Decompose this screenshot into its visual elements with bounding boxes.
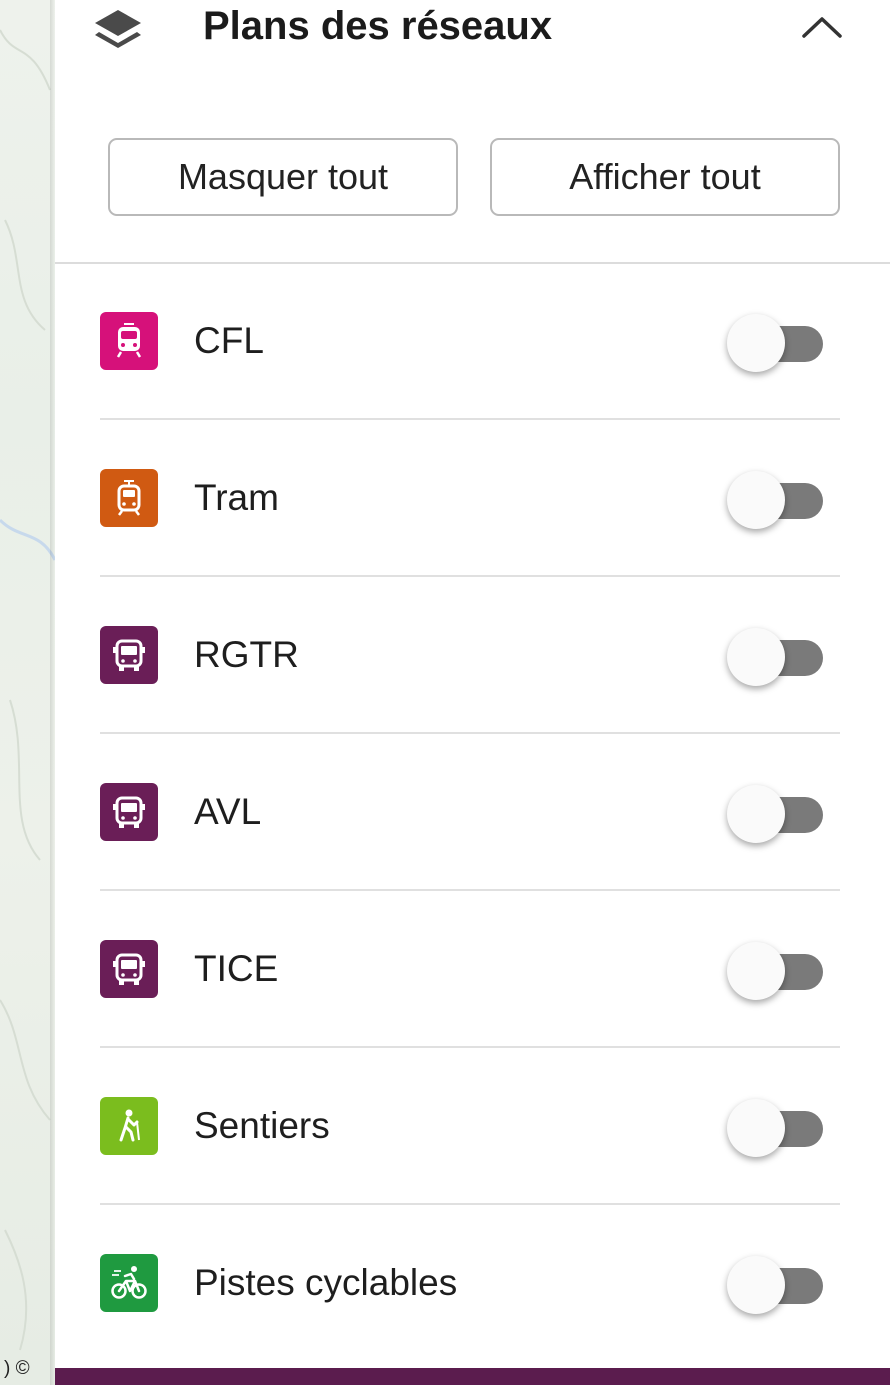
hide-all-button[interactable]: Masquer tout [108, 138, 458, 216]
tram-icon [117, 480, 141, 516]
network-icon-badge [100, 469, 158, 527]
network-row-cfl[interactable]: CFL [100, 264, 840, 420]
network-row-avl[interactable]: AVL [100, 735, 840, 891]
toggle-avl[interactable] [727, 781, 827, 845]
row-divider [100, 889, 840, 891]
network-label: AVL [194, 791, 262, 832]
hiker-icon [119, 1109, 140, 1142]
network-icon-badge [100, 940, 158, 998]
network-row-pistes-cyclables[interactable]: Pistes cyclables [100, 1206, 840, 1362]
toggle-knob [727, 1256, 785, 1314]
panel-title: Plans des réseaux [203, 4, 553, 48]
bus-icon [113, 796, 145, 828]
map-attribution[interactable]: ) © [4, 1358, 30, 1380]
network-row-tram[interactable]: Tram [100, 421, 840, 577]
train-icon [116, 323, 142, 358]
toggle-tice[interactable] [727, 938, 827, 1002]
toggle-knob [727, 471, 785, 529]
network-label: TICE [194, 948, 279, 989]
panel-header[interactable]: Plans des réseaux [55, 0, 890, 60]
network-icon-badge [100, 626, 158, 684]
row-divider [100, 418, 840, 420]
chevron-up-icon[interactable] [800, 12, 844, 42]
network-icon-badge [100, 312, 158, 370]
network-row-rgtr[interactable]: RGTR [100, 578, 840, 734]
layers-icon [91, 6, 145, 58]
toggle-tram[interactable] [727, 467, 827, 531]
show-all-button[interactable]: Afficher tout [490, 138, 840, 216]
toggle-pistes-cyclables[interactable] [727, 1252, 827, 1316]
network-label: CFL [194, 320, 264, 361]
network-plans-panel: Plans des réseaux Masquer tout Afficher … [55, 0, 890, 1368]
network-row-sentiers[interactable]: Sentiers [100, 1049, 840, 1205]
network-icon-badge [100, 1097, 158, 1155]
toggle-cfl[interactable] [727, 310, 827, 374]
network-label: RGTR [194, 634, 299, 675]
toggle-knob [727, 628, 785, 686]
row-divider [100, 575, 840, 577]
network-label: Sentiers [194, 1105, 330, 1146]
bicycle-icon [111, 1266, 147, 1299]
row-divider [100, 1046, 840, 1048]
toggle-sentiers[interactable] [727, 1095, 827, 1159]
bus-icon [113, 953, 145, 985]
toggle-knob [727, 942, 785, 1000]
toggle-knob [727, 785, 785, 843]
network-label: Tram [194, 477, 279, 518]
toggle-rgtr[interactable] [727, 624, 827, 688]
toggle-knob [727, 1099, 785, 1157]
network-label: Pistes cyclables [194, 1262, 458, 1303]
bottom-brand-bar [55, 1368, 890, 1385]
row-divider [100, 732, 840, 734]
bus-icon [113, 639, 145, 671]
map-background[interactable]: ) © [0, 0, 55, 1385]
toggle-knob [727, 314, 785, 372]
network-row-tice[interactable]: TICE [100, 892, 840, 1048]
network-icon-badge [100, 783, 158, 841]
network-icon-badge [100, 1254, 158, 1312]
row-divider [100, 1203, 840, 1205]
